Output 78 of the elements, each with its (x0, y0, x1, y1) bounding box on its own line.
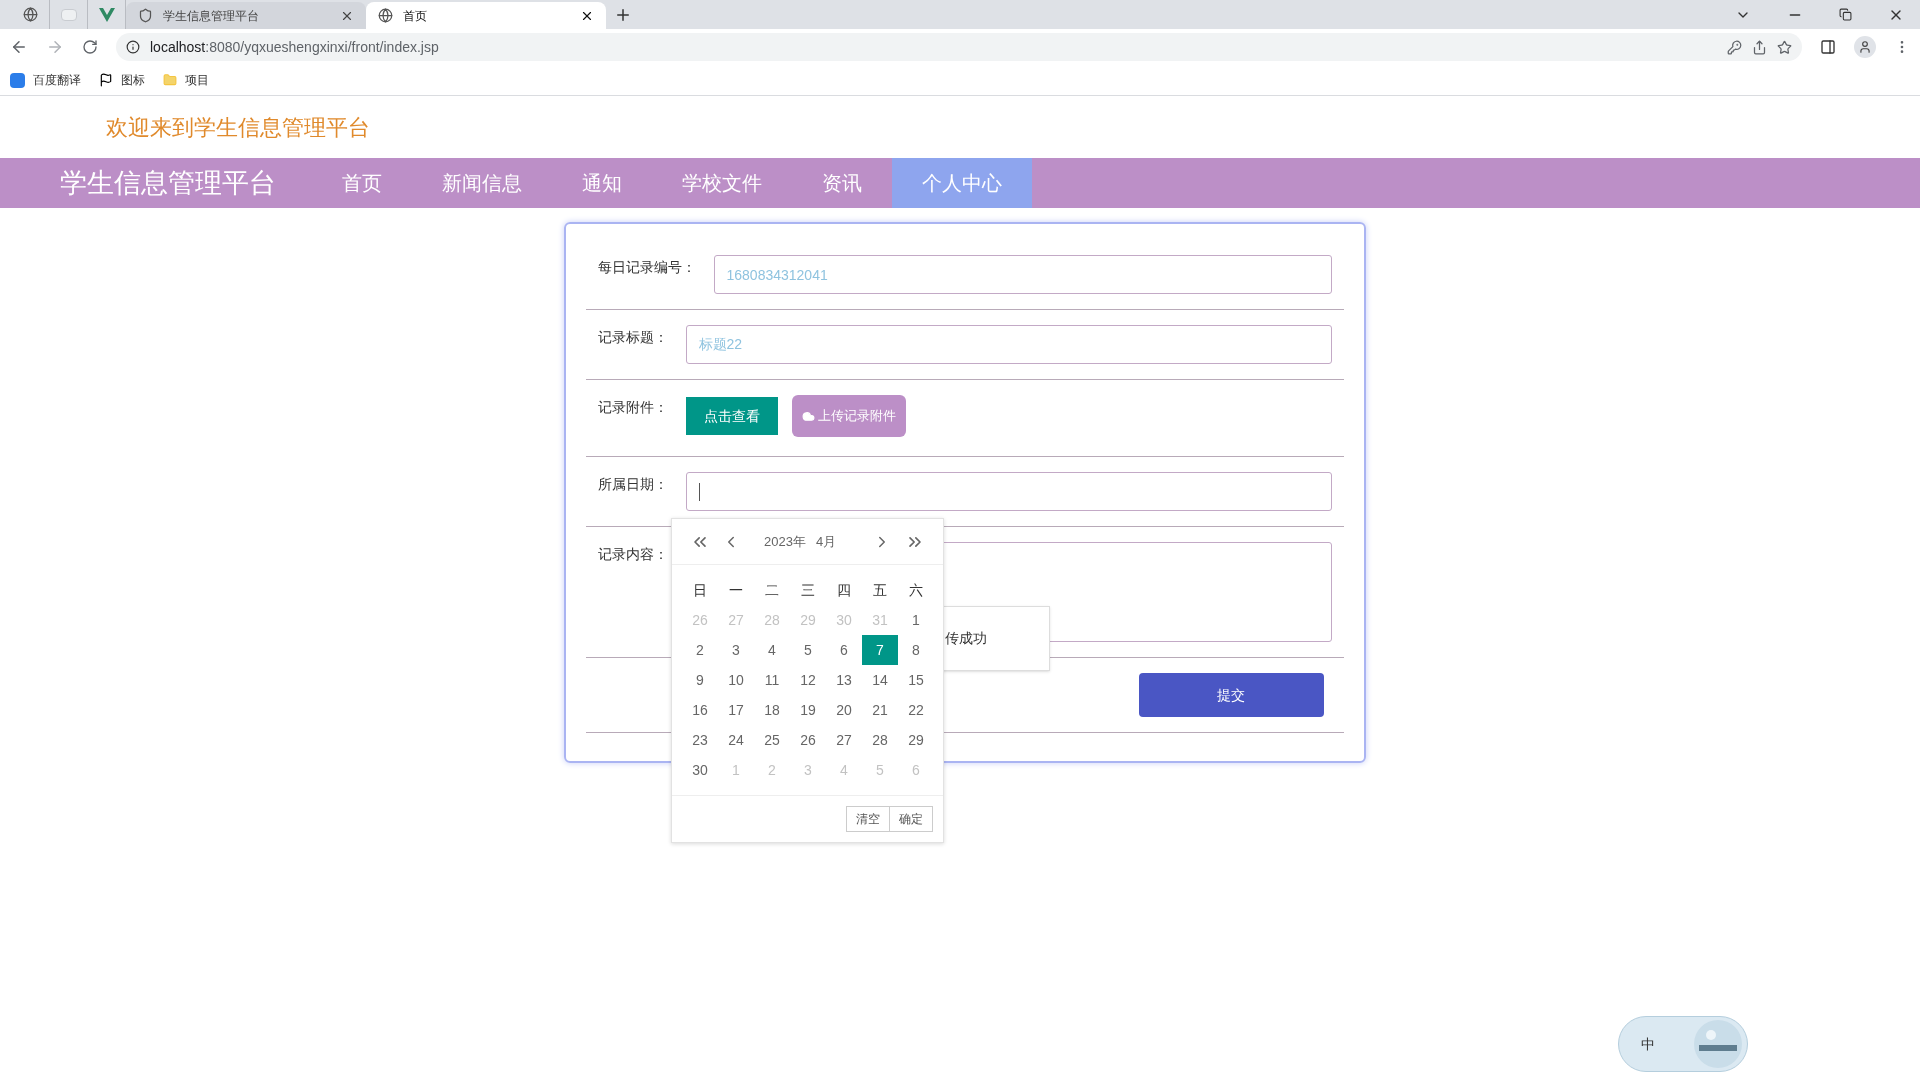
weekday-label: 日 (692, 580, 708, 600)
new-tab-icon[interactable] (614, 6, 632, 24)
calendar-day[interactable]: 30 (682, 755, 718, 785)
view-button[interactable]: 点击查看 (685, 397, 778, 435)
submit-button[interactable]: 提交 (1138, 673, 1324, 717)
calendar-day[interactable]: 23 (682, 725, 718, 755)
calendar-day[interactable]: 2 (682, 635, 718, 665)
restore-icon[interactable] (1839, 8, 1852, 21)
ime-mode-label: 中 (1641, 1034, 1655, 1054)
calendar-day[interactable]: 20 (826, 695, 862, 725)
address-bar[interactable]: localhost:8080/yqxueshengxinxi/front/index.jsp (116, 33, 1802, 61)
calendar-day[interactable]: 15 (898, 665, 934, 695)
field-label: 所属日期： (597, 475, 668, 494)
weekday-label: 四 (836, 580, 852, 600)
year-label[interactable]: 2023年 (764, 531, 806, 552)
calendar-day[interactable]: 18 (754, 695, 790, 725)
calendar-day[interactable]: 10 (718, 665, 754, 695)
back-icon[interactable] (10, 38, 28, 56)
translate-icon[interactable] (10, 72, 25, 88)
key-icon[interactable] (1727, 39, 1742, 55)
calendar-day[interactable]: 8 (898, 635, 934, 665)
toast-message: 传成功 (945, 629, 987, 648)
shield-icon (138, 8, 153, 23)
calendar-day[interactable]: 26 (790, 725, 826, 755)
calendar-day[interactable]: 3 (718, 635, 754, 665)
calendar-day[interactable]: 21 (862, 695, 898, 725)
field-label: 记录附件： (597, 398, 668, 417)
field-label: 每日记录编号： (597, 258, 696, 277)
globe-icon (378, 8, 393, 23)
weekday-label: 二 (764, 580, 780, 600)
bookmark-link[interactable]: 百度翻译 (33, 71, 81, 89)
calendar-day[interactable]: 12 (790, 665, 826, 695)
weekday-label: 三 (800, 580, 816, 600)
calendar-day[interactable]: 22 (898, 695, 934, 725)
profile-icon[interactable] (1854, 36, 1876, 58)
weekday-label: 五 (872, 580, 888, 600)
calendar-day[interactable]: 7 (862, 635, 898, 665)
calendar-day[interactable]: 13 (826, 665, 862, 695)
field-label: 记录标题： (597, 328, 668, 347)
bookmark-link[interactable]: 图标 (121, 71, 145, 89)
info-icon[interactable] (126, 40, 140, 54)
calendar-day[interactable]: 27 (826, 725, 862, 755)
calendar-day[interactable]: 17 (718, 695, 754, 725)
weekday-label: 六 (908, 580, 924, 600)
calendar-day[interactable]: 24 (718, 725, 754, 755)
month-label[interactable]: 4月 (815, 531, 837, 552)
calendar-day[interactable]: 29 (898, 725, 934, 755)
calendar-day[interactable]: 5 (790, 635, 826, 665)
share-icon[interactable] (1752, 39, 1767, 55)
date-field[interactable] (685, 472, 1332, 511)
weekday-label: 一 (728, 580, 744, 600)
v-logo-icon[interactable] (98, 7, 115, 22)
calendar-day[interactable]: 25 (754, 725, 790, 755)
calendar-day[interactable]: 9 (682, 665, 718, 695)
star-icon[interactable] (1777, 39, 1792, 55)
ime-widget[interactable]: 中 (1618, 1016, 1748, 1072)
calendar-day[interactable]: 1 (898, 605, 934, 635)
calendar-day[interactable]: 28 (862, 725, 898, 755)
side-panel-icon[interactable] (1820, 39, 1836, 55)
url-text: localhost:8080/yqxueshengxinxi/front/index.jsp (150, 37, 439, 57)
flag-icon[interactable] (99, 73, 113, 87)
calendar-day[interactable]: 11 (754, 665, 790, 695)
calendar-day[interactable]: 16 (682, 695, 718, 725)
globe-icon[interactable] (23, 7, 38, 22)
reload-icon[interactable] (82, 39, 98, 55)
calendar-button[interactable]: 清空 (846, 806, 890, 832)
calendar-day[interactable]: 4 (754, 635, 790, 665)
calendar-day[interactable]: 6 (826, 635, 862, 665)
calendar-day[interactable]: 19 (790, 695, 826, 725)
browser-tab[interactable]: 学生信息管理平台 (126, 2, 366, 29)
browser-tab[interactable]: 首页 (366, 2, 606, 29)
welcome-text: 欢迎来到学生信息管理平台 (106, 113, 370, 142)
cloud-upload-icon (801, 409, 815, 423)
bookmark-link[interactable]: 项目 (185, 71, 209, 89)
calendar-button[interactable]: 确定 (889, 806, 933, 832)
calendar-day[interactable]: 14 (862, 665, 898, 695)
brand-title: 学生信息管理平台 (59, 166, 277, 200)
field-label: 记录内容： (597, 545, 668, 564)
